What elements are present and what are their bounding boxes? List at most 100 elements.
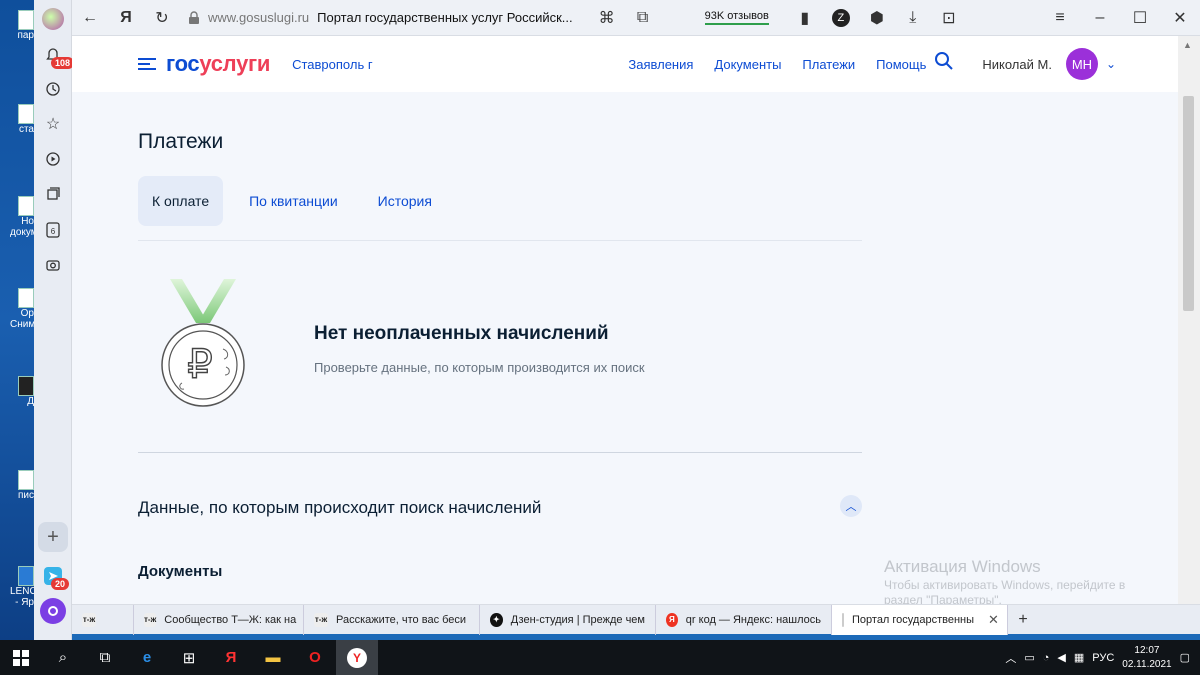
history-icon[interactable] xyxy=(41,77,65,101)
nav-payments[interactable]: Платежи xyxy=(802,57,855,72)
bookmark-icon[interactable]: ▮ xyxy=(787,0,823,36)
volume-icon[interactable]: ◀ xyxy=(1057,651,1065,664)
empty-text: Проверьте данные, по которым производитс… xyxy=(314,360,645,375)
explorer-icon[interactable]: ▬ xyxy=(252,640,294,675)
section-title: Данные, по которым происходит поиск начи… xyxy=(138,498,542,517)
download-icon[interactable]: ⤓ xyxy=(895,0,931,36)
new-tab-button[interactable]: + xyxy=(1008,611,1038,629)
scroll-up-arrow[interactable]: ▲ xyxy=(1183,40,1192,50)
main-nav: Заявления Документы Платежи Помощь xyxy=(628,57,926,72)
address-bar[interactable]: www.gosuslugi.ru Портал государственных … xyxy=(188,10,573,25)
lock-icon xyxy=(189,10,199,24)
menu-icon[interactable] xyxy=(138,55,156,73)
yandex-browser-icon[interactable]: Y xyxy=(336,640,378,675)
start-icon[interactable] xyxy=(0,640,42,675)
chevron-up-icon[interactable]: ︿ xyxy=(840,495,862,517)
desktop-icon[interactable]: ста xyxy=(10,104,34,135)
close-tab-icon[interactable]: ✕ xyxy=(988,612,999,628)
alice-assistant-icon[interactable] xyxy=(40,598,66,624)
edge-icon[interactable]: e xyxy=(126,640,168,675)
search-taskbar-icon[interactable]: ⌕ xyxy=(42,640,84,675)
bell-icon[interactable]: 108 xyxy=(41,43,75,69)
star-icon[interactable]: ☆ xyxy=(41,112,65,136)
messenger-icon[interactable]: 20 xyxy=(41,564,70,590)
address-domain: www.gosuslugi.ru xyxy=(208,10,310,25)
tab-item-active[interactable]: Портал государственны ✕ xyxy=(832,604,1008,635)
task-view-icon[interactable]: ⧉ xyxy=(84,640,126,675)
search-icon[interactable] xyxy=(934,51,954,77)
desktop-icon[interactable]: Ор Сним xyxy=(10,288,34,330)
tray-chevron-icon[interactable]: ︿ xyxy=(1005,650,1016,666)
browser-sidebar: 108 ☆ 6 + 20 xyxy=(34,0,75,640)
tab-item[interactable]: т-ж Расскажите, что вас беси xyxy=(304,604,480,635)
clock[interactable]: 12:07 02.11.2021 xyxy=(1122,644,1171,672)
search-data-section[interactable]: Данные, по которым происходит поиск начи… xyxy=(138,453,862,563)
yandex-button[interactable]: Я xyxy=(108,0,144,36)
site-header: госуслуги Ставрополь г Заявления Докумен… xyxy=(72,36,1178,92)
desktop-icon[interactable]: LENO - Яр xyxy=(10,566,34,608)
gosuslugi-logo[interactable]: госуслуги xyxy=(166,51,270,77)
windows-activation-watermark: Активация Windows Чтобы активировать Win… xyxy=(884,557,1126,604)
reload-button[interactable]: ↻ xyxy=(144,0,180,36)
copy-link-icon[interactable]: ⧉ xyxy=(625,0,661,36)
opera-icon[interactable]: O xyxy=(294,640,336,675)
scrollbar-thumb[interactable] xyxy=(1183,96,1194,311)
extension-icon[interactable]: ⬢ xyxy=(859,0,895,36)
system-tray: ︿ ▭ ◔ ◀ ▦ РУС 12:07 02.11.2021 ▢ xyxy=(1005,644,1200,672)
back-button[interactable]: ← xyxy=(72,0,108,36)
page-title: Платежи xyxy=(138,130,224,153)
desktop-icon[interactable]: Но докум xyxy=(10,196,34,238)
notifications-badge: 108 xyxy=(51,57,75,69)
tab-item[interactable]: т-ж Сообщество Т—Ж: как на xyxy=(134,604,304,635)
page-title-in-bar: Портал государственных услуг Российск... xyxy=(317,10,573,25)
nav-applications[interactable]: Заявления xyxy=(628,57,693,72)
minimize-button[interactable]: – xyxy=(1080,0,1120,36)
close-window-button[interactable]: ✕ xyxy=(1160,0,1200,36)
desktop-icon[interactable]: пис xyxy=(10,470,34,501)
screen: пар ста Но докум Ор Сним Д пис LENO - Яр… xyxy=(0,0,1200,675)
translate-icon[interactable]: ⌘ xyxy=(589,0,625,36)
empty-state: ₽ Нет неоплаченных начислений Проверьте … xyxy=(138,241,862,453)
svg-text:₽: ₽ xyxy=(187,342,212,388)
play-icon[interactable] xyxy=(41,147,65,171)
nav-documents[interactable]: Документы xyxy=(714,57,781,72)
browser-toolbar: ← Я ↻ www.gosuslugi.ru Портал государств… xyxy=(72,0,1200,36)
page-viewport: госуслуги Ставрополь г Заявления Докумен… xyxy=(72,36,1178,604)
tab-item[interactable]: ✦ Дзен-студия | Прежде чем xyxy=(480,604,656,635)
camera-icon[interactable] xyxy=(41,253,65,277)
tab-by-receipt[interactable]: По квитанции xyxy=(235,176,352,226)
documents-heading: Документы xyxy=(138,563,223,580)
desktop-icon[interactable]: Д xyxy=(10,376,34,407)
keyboard-icon[interactable]: ▦ xyxy=(1074,651,1084,664)
empty-title: Нет неоплаченных начислений xyxy=(314,323,609,344)
windows-taskbar: ⌕ ⧉ e ⊞ Я ▬ O Y ︿ ▭ ◔ ◀ ▦ РУС 12:07 02.1… xyxy=(0,640,1200,675)
region-selector[interactable]: Ставрополь г xyxy=(292,57,373,72)
tab-to-pay[interactable]: К оплате xyxy=(138,176,224,226)
medal-illustration: ₽ xyxy=(161,279,245,407)
store-icon[interactable]: ⊞ xyxy=(168,640,210,675)
nav-help[interactable]: Помощь xyxy=(876,57,926,72)
notifications-icon[interactable]: ▢ xyxy=(1180,651,1190,664)
zen-extension-icon[interactable]: Z xyxy=(823,0,859,36)
tab-item[interactable]: Яqr код — Яндекс: нашлось xyxy=(656,604,832,635)
network-icon[interactable]: ◔ xyxy=(1043,652,1050,664)
tab-item[interactable]: т-ж xyxy=(72,604,134,635)
menu-bookmarks-icon[interactable]: ⊡ xyxy=(931,0,967,36)
user-name[interactable]: Николай М. xyxy=(982,57,1052,72)
maximize-button[interactable]: ☐ xyxy=(1120,0,1160,36)
browser-menu-icon[interactable]: ≡ xyxy=(1040,0,1080,36)
user-avatar[interactable]: МН xyxy=(1065,48,1098,80)
svg-text:6: 6 xyxy=(51,227,56,236)
desktop-icon[interactable]: пар xyxy=(10,10,34,41)
reviews-badge[interactable]: 93K отзывов xyxy=(704,10,769,25)
yandex-app-icon[interactable]: Я xyxy=(210,640,252,675)
tab-history[interactable]: История xyxy=(364,176,446,226)
add-panel-button[interactable]: + xyxy=(38,522,68,552)
scrollbar[interactable]: ▲ xyxy=(1178,36,1200,604)
counter-icon[interactable]: 6 xyxy=(41,218,65,242)
language-indicator[interactable]: РУС xyxy=(1092,652,1114,664)
collections-icon[interactable] xyxy=(41,182,65,206)
battery-icon[interactable]: ▭ xyxy=(1024,651,1034,664)
profile-avatar[interactable] xyxy=(41,7,65,31)
chevron-down-icon[interactable]: ⌄ xyxy=(1106,57,1116,71)
